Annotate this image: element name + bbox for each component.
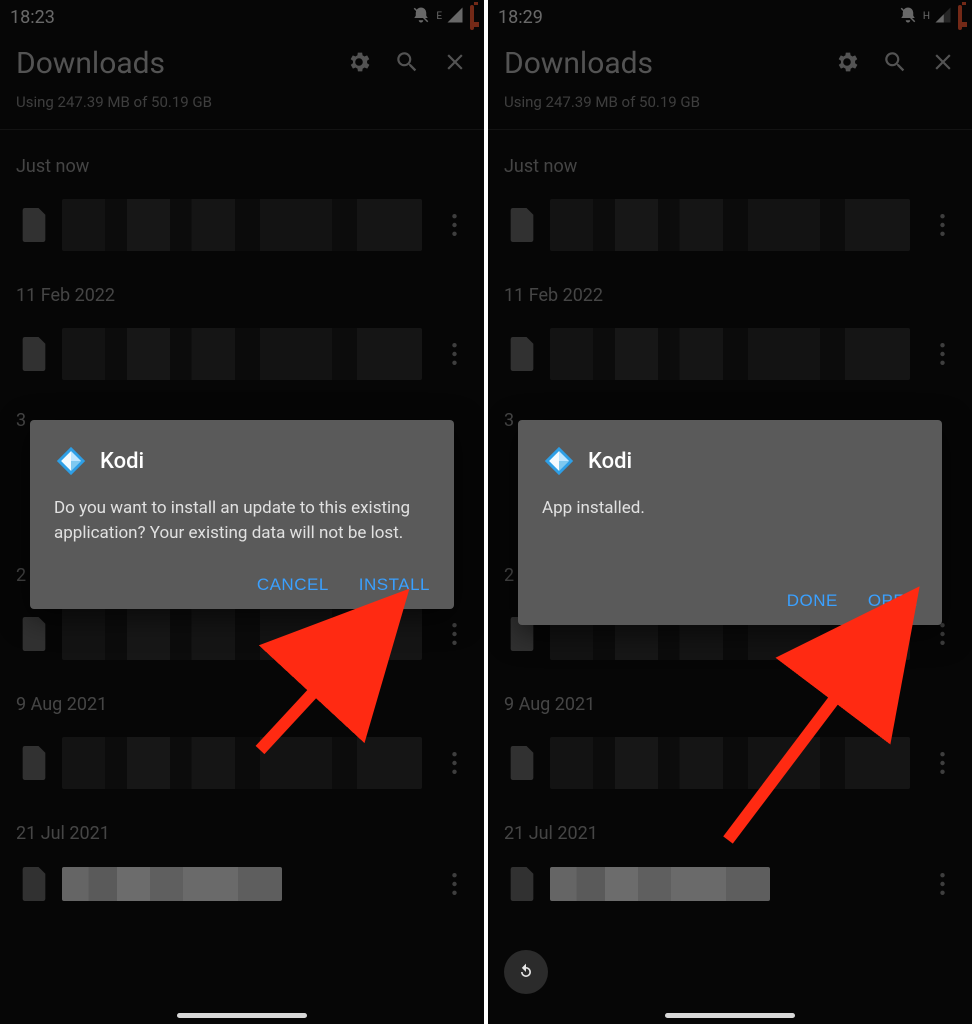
network-type: H [923,12,930,22]
file-icon [508,867,536,901]
page-title: Downloads [16,46,165,81]
network-type: E [436,12,442,22]
signal-icon [446,6,464,29]
list-item[interactable] [0,858,484,910]
redacted-text [550,867,770,901]
redacted-text [62,867,282,901]
more-button[interactable] [436,336,472,372]
dialog-title: Kodi [588,449,632,474]
section-11-feb: 11 Feb 2022 [0,259,484,320]
list-item[interactable] [0,191,484,259]
list-item[interactable] [0,600,484,668]
file-icon [20,617,48,651]
settings-button[interactable] [834,49,860,79]
close-button[interactable] [930,49,956,79]
list-item[interactable] [488,320,972,388]
section-21-jul: 21 Jul 2021 [488,797,972,858]
redacted-text [550,199,910,251]
install-dialog: Kodi Do you want to install an update to… [30,420,454,609]
list-item[interactable] [488,729,972,797]
more-button[interactable] [436,616,472,652]
file-icon [508,208,536,242]
status-time: 18:29 [498,7,543,28]
search-button[interactable] [882,49,908,79]
more-button[interactable] [924,336,960,372]
redacted-text [550,328,910,380]
page-title: Downloads [504,46,653,81]
list-item[interactable] [488,858,972,910]
redacted-text [62,328,422,380]
gesture-nav-pill[interactable] [177,1013,307,1018]
phone-right: 18:29 H Downloads Using 247.39 MB of 50.… [488,0,972,1024]
file-icon [508,337,536,371]
section-just-now: Just now [488,130,972,191]
file-icon [508,746,536,780]
install-button[interactable]: INSTALL [359,575,430,595]
more-button[interactable] [436,745,472,781]
done-button[interactable]: DONE [787,591,838,611]
settings-button[interactable] [346,49,372,79]
storage-line: Using 247.39 MB of 50.19 GB [0,87,484,130]
storage-line: Using 247.39 MB of 50.19 GB [488,87,972,130]
status-icons: H [899,6,962,29]
file-icon [20,208,48,242]
phone-left: 18:23 E Downloads Using 247.39 MB of 50.… [0,0,484,1024]
kodi-app-icon [542,444,576,478]
dialog-body: Do you want to install an update to this… [54,496,430,545]
file-icon [20,867,48,901]
more-button[interactable] [924,745,960,781]
status-bar: 18:29 H [488,0,972,34]
status-icons: E [412,6,474,29]
battery-icon [958,7,962,28]
redacted-text [62,199,422,251]
section-9-aug: 9 Aug 2021 [0,668,484,729]
section-21-jul: 21 Jul 2021 [0,797,484,858]
close-button[interactable] [442,49,468,79]
more-button[interactable] [924,207,960,243]
section-just-now: Just now [0,130,484,191]
redacted-text [550,737,910,789]
dnd-icon [899,6,917,29]
search-button[interactable] [394,49,420,79]
file-icon [20,337,48,371]
list-item[interactable] [488,191,972,259]
open-button[interactable]: OPEN [868,591,918,611]
section-9-aug: 9 Aug 2021 [488,668,972,729]
signal-icon [934,6,952,29]
kodi-app-icon [54,444,88,478]
dialog-title: Kodi [100,449,144,474]
status-time: 18:23 [10,7,55,28]
header-actions [346,49,468,79]
list-item[interactable] [0,729,484,797]
more-button[interactable] [436,207,472,243]
battery-icon [470,7,474,28]
redacted-text [62,737,422,789]
header-actions [834,49,956,79]
more-button[interactable] [436,866,472,902]
gesture-nav-pill[interactable] [665,1013,795,1018]
cancel-button[interactable]: CANCEL [257,575,329,595]
dialog-body: App installed. [542,496,918,521]
status-bar: 18:23 E [0,0,484,34]
dnd-icon [412,6,430,29]
installed-dialog: Kodi App installed. DONE OPEN [518,420,942,625]
list-item[interactable] [0,320,484,388]
app-header: Downloads [0,34,484,87]
refresh-fab[interactable] [504,950,548,994]
file-icon [20,746,48,780]
more-button[interactable] [924,866,960,902]
section-11-feb: 11 Feb 2022 [488,259,972,320]
app-header: Downloads [488,34,972,87]
redacted-text [62,608,422,660]
